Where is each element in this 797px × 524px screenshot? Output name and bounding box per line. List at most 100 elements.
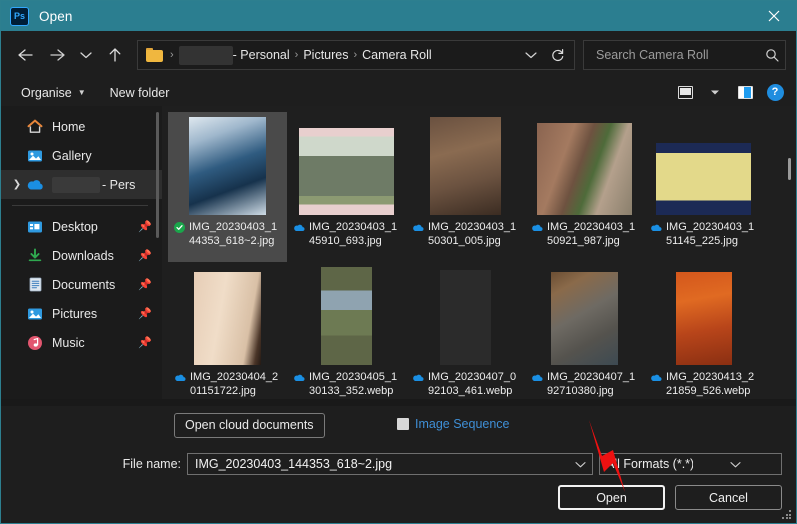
pin-icon[interactable]: 📌	[138, 249, 156, 262]
breadcrumb-account[interactable]: - Personal	[233, 48, 290, 62]
close-icon[interactable]	[752, 1, 796, 31]
synced-check-icon	[174, 222, 185, 233]
onedrive-icon	[25, 176, 45, 194]
file-tile[interactable]: IMG_20230407_192710380.jpg	[525, 262, 644, 399]
refresh-icon[interactable]	[544, 41, 570, 69]
cancel-button[interactable]: Cancel	[675, 485, 782, 510]
file-format-value: All Formats (*.*)	[606, 457, 693, 471]
sidebar-item-desktop[interactable]: Desktop 📌	[1, 212, 162, 241]
format-chevron-down-icon[interactable]	[693, 461, 780, 468]
file-thumbnail	[531, 267, 638, 365]
file-tile[interactable]: IMG_20230403_150921_987.jpg	[525, 112, 644, 262]
file-name-row: IMG_20230403_150921_987.jpg	[531, 221, 638, 248]
image-sequence-label: Image Sequence	[415, 417, 510, 431]
pin-icon[interactable]: 📌	[138, 278, 156, 291]
file-name-label: IMG_20230403_151145_225.jpg	[666, 221, 755, 247]
sidebar-item-label: Home	[52, 119, 86, 134]
sidebar-item-music[interactable]: Music 📌	[1, 328, 162, 357]
sidebar-scrollbar-thumb[interactable]	[156, 112, 159, 238]
sidebar-item-downloads[interactable]: Downloads 📌	[1, 241, 162, 270]
file-name-row: IMG_20230413_221859_526.webp	[650, 371, 757, 398]
search-box[interactable]	[583, 40, 786, 70]
help-icon[interactable]: ?	[762, 82, 788, 104]
resize-grip-icon[interactable]	[782, 510, 792, 520]
image-sequence-option[interactable]: Image Sequence	[397, 417, 510, 431]
view-layout-icon[interactable]	[672, 82, 698, 104]
new-folder-label: New folder	[109, 85, 170, 100]
forward-arrow-icon[interactable]	[41, 39, 73, 71]
sidebar-item-gallery[interactable]: Gallery	[1, 141, 162, 170]
command-bar: Organise ▼ New folder ?	[1, 79, 796, 106]
file-name-chevron-down-icon[interactable]	[570, 461, 590, 468]
navigation-sidebar: Home Gallery ❯ - Pers Desktop 📌 Download…	[1, 106, 162, 399]
title-bar: Ps Open	[1, 1, 796, 31]
file-tile[interactable]: IMG_20230403_150301_005.jpg	[406, 112, 525, 262]
file-tile[interactable]: IMG_20230403_145910_693.jpg	[287, 112, 406, 262]
gallery-icon	[25, 147, 45, 165]
cloud-only-icon	[412, 223, 424, 237]
sidebar-item-label: Desktop	[52, 219, 98, 234]
view-chevron-down-icon[interactable]	[702, 82, 728, 104]
desktop-icon	[25, 218, 45, 236]
file-name-row: IMG_20230407_192710380.jpg	[531, 371, 638, 398]
pin-icon[interactable]: 📌	[138, 336, 156, 349]
music-icon	[25, 334, 45, 352]
file-name-row: IMG_20230407_092103_461.webp	[412, 371, 519, 398]
pin-icon[interactable]: 📌	[138, 220, 156, 233]
breadcrumb-separator: ›	[170, 49, 174, 61]
sidebar-item-onedrive-personal[interactable]: ❯ - Pers	[1, 170, 162, 199]
file-name-label: IMG_20230403_144353_618~2.jpg	[189, 221, 278, 247]
open-button[interactable]: Open	[558, 485, 665, 510]
breadcrumb-camera-roll[interactable]: Camera Roll	[362, 48, 431, 62]
file-name-input[interactable]	[193, 456, 570, 472]
pin-icon[interactable]: 📌	[138, 307, 156, 320]
file-name-label: IMG_20230404_201151722.jpg	[190, 371, 279, 397]
sidebar-item-pictures[interactable]: Pictures 📌	[1, 299, 162, 328]
breadcrumb-pictures[interactable]: Pictures	[303, 48, 348, 62]
file-thumbnail	[650, 267, 757, 365]
breadcrumb-separator: ›	[353, 49, 358, 61]
folder-icon	[146, 48, 163, 62]
new-folder-button[interactable]: New folder	[104, 83, 176, 103]
address-bar-breadcrumb[interactable]: › - Personal › Pictures › Camera Roll	[137, 40, 575, 70]
file-thumbnail	[531, 117, 638, 215]
file-name-row: IMG_20230403_151145_225.jpg	[650, 221, 757, 248]
recent-locations-chevron-down-icon[interactable]	[73, 39, 99, 71]
downloads-icon	[25, 247, 45, 265]
address-chevron-down-icon[interactable]	[518, 41, 544, 69]
file-format-select[interactable]: All Formats (*.*)	[599, 453, 782, 475]
organise-button[interactable]: Organise ▼	[15, 83, 92, 103]
file-tile[interactable]: IMG_20230405_130133_352.webp	[287, 262, 406, 399]
photoshop-icon: Ps	[10, 6, 29, 26]
open-cloud-documents-button[interactable]: Open cloud documents	[174, 413, 325, 438]
sidebar-item-label: Music	[52, 335, 85, 350]
file-name-label: IMG_20230407_092103_461.webp	[428, 371, 517, 397]
sidebar-divider	[12, 205, 148, 206]
file-name-row: IMG_20230405_130133_352.webp	[293, 371, 400, 398]
window-title: Open	[39, 8, 73, 24]
file-tile[interactable]: IMG_20230403_151145_225.jpg	[644, 112, 763, 262]
breadcrumb-redacted-account	[178, 45, 233, 65]
file-list: IMG_20230403_144353_618~2.jpg IMG_202304…	[162, 106, 796, 399]
file-tile[interactable]: IMG_20230404_201151722.jpg	[168, 262, 287, 399]
file-tile[interactable]: IMG_20230403_144353_618~2.jpg	[168, 112, 287, 262]
preview-pane-icon[interactable]	[732, 82, 758, 104]
cloud-only-icon	[650, 373, 662, 387]
sidebar-item-label: Pictures	[52, 306, 98, 321]
chevron-down-icon: ▼	[77, 88, 86, 97]
search-input[interactable]	[594, 47, 765, 63]
file-tile[interactable]: IMG_20230413_221859_526.webp	[644, 262, 763, 399]
sidebar-redacted-account	[52, 176, 100, 193]
up-arrow-icon[interactable]	[99, 39, 131, 71]
sidebar-item-home[interactable]: Home	[1, 112, 162, 141]
file-thumbnail	[293, 267, 400, 365]
back-arrow-icon[interactable]	[9, 39, 41, 71]
file-tile[interactable]: IMG_20230407_092103_461.webp	[406, 262, 525, 399]
sidebar-item-documents[interactable]: Documents 📌	[1, 270, 162, 299]
search-icon	[765, 48, 779, 62]
open-file-dialog: Ps Open › - Personal › Pictures › Camera…	[0, 0, 797, 524]
file-name-field[interactable]	[187, 453, 593, 475]
file-list-scrollbar-thumb[interactable]	[788, 158, 791, 180]
image-sequence-checkbox[interactable]	[397, 418, 409, 430]
expand-chevron-right-icon[interactable]: ❯	[9, 179, 25, 190]
